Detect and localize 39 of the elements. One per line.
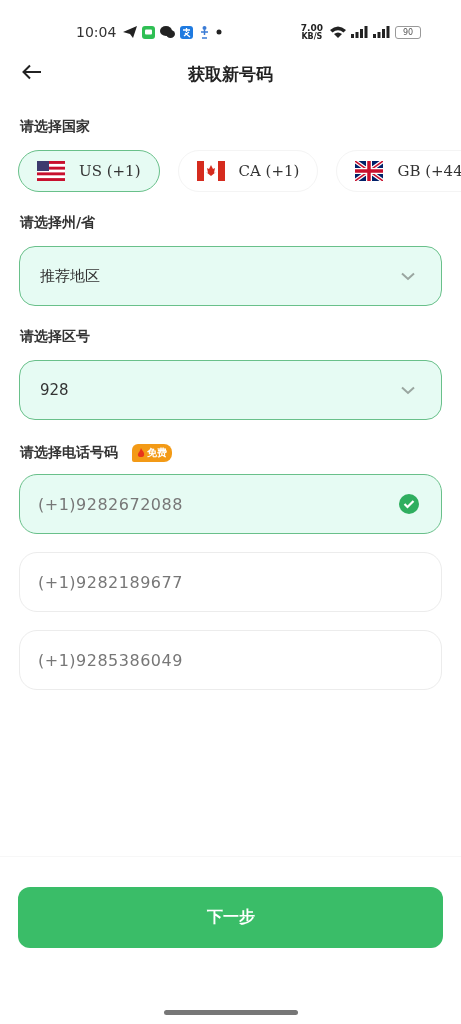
signal-icon — [351, 26, 368, 38]
phone-number: (+1)9285386049 — [38, 650, 183, 670]
phone-option[interactable]: (+1)9285386049 — [19, 630, 442, 690]
badge-text: 免费 — [147, 446, 167, 460]
phone-number: (+1)9282672088 — [38, 494, 183, 514]
country-chip[interactable]: US (+1) — [18, 150, 160, 192]
phone-option[interactable]: (+1)9282672088 — [19, 474, 442, 534]
flag-icon — [355, 161, 384, 181]
section-label: 请选择电话号码 — [20, 444, 118, 462]
flame-icon — [137, 448, 145, 458]
dot-icon — [216, 29, 223, 35]
chat-icon — [160, 26, 176, 38]
chevron-down-icon — [401, 271, 415, 281]
back-arrow-icon — [22, 64, 42, 80]
send-icon — [123, 26, 138, 38]
wifi-icon — [330, 26, 346, 38]
phone-number: (+1)9282189677 — [38, 572, 183, 592]
section-label: 请选择国家 — [20, 118, 91, 136]
section-label: 请选择区号 — [20, 328, 91, 346]
pay-icon — [180, 25, 194, 39]
phone-option[interactable]: (+1)9282189677 — [19, 552, 442, 612]
country-chip[interactable]: CA (+1) — [177, 150, 319, 192]
battery-level: 90 — [402, 27, 414, 37]
back-button[interactable] — [22, 64, 42, 80]
net-speed: 7.00 — [300, 23, 323, 33]
message-icon — [142, 25, 156, 39]
select-value: 推荐地区 — [40, 266, 100, 286]
signal-icon — [373, 26, 390, 38]
net-speed-unit: KB/S — [301, 32, 323, 41]
check-circle-icon — [399, 494, 419, 514]
page-title: 获取新号码 — [188, 62, 273, 86]
area-code-select[interactable]: 928 — [19, 360, 442, 420]
status-time: 10:04 — [76, 24, 117, 40]
state-select[interactable]: 推荐地区 — [19, 246, 442, 306]
flag-icon — [196, 161, 225, 181]
flag-icon — [37, 161, 65, 181]
chevron-down-icon — [401, 385, 415, 395]
select-value: 928 — [40, 381, 69, 399]
section-label: 请选择州/省 — [20, 214, 97, 232]
